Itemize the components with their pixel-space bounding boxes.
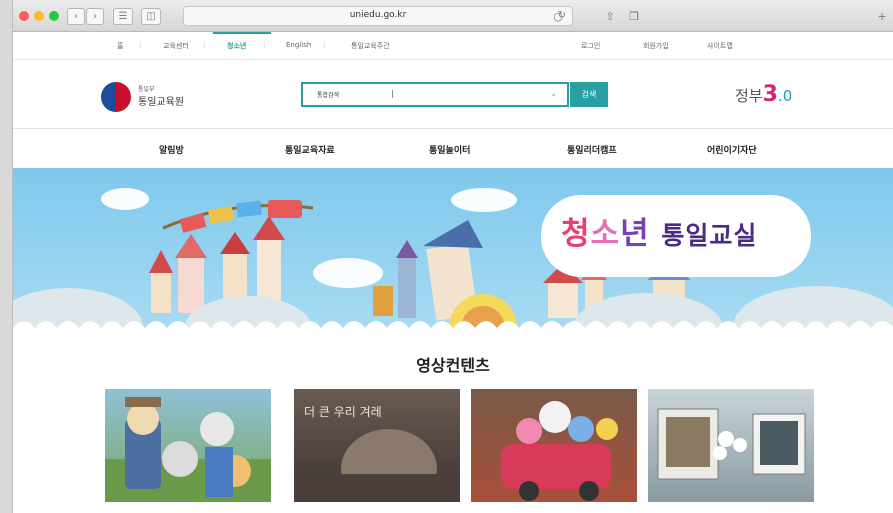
chevron-left-icon: ‹ bbox=[74, 11, 78, 22]
cartoon-car-image bbox=[501, 401, 618, 501]
gov-dot: .0 bbox=[777, 87, 793, 105]
search-button[interactable]: 검색 bbox=[570, 82, 608, 107]
main-nav: 알림방 통일교육자료 통일놀이터 통일리더캠프 어린이기자단 bbox=[13, 128, 893, 168]
link-youth[interactable]: 청소년 bbox=[227, 41, 246, 51]
gov30-logo: 정부3.0 bbox=[735, 82, 792, 107]
tab-overview-button[interactable]: ◫ bbox=[141, 8, 161, 25]
link-signup[interactable]: 회원가입 bbox=[643, 41, 669, 51]
address-bar[interactable]: uniedu.go.kr ↻ bbox=[183, 6, 573, 26]
nav-item-materials[interactable]: 통일교육자료 bbox=[285, 143, 335, 156]
banner-title-char-2: 소 bbox=[590, 216, 621, 252]
logo-subtitle: 통일부 bbox=[138, 86, 155, 93]
logo-title[interactable]: 통일교육원 bbox=[138, 93, 184, 108]
sidebar-toggle-button[interactable]: ☰ bbox=[113, 8, 133, 25]
site-header: 통일부 통일교육원 통합검색 | ⌄ 검색 정부3.0 bbox=[13, 60, 893, 128]
separator: | bbox=[323, 41, 326, 49]
grid-icon: ◫ bbox=[146, 11, 156, 22]
reader-icon[interactable]: ○ bbox=[549, 8, 567, 25]
zoom-window-button[interactable] bbox=[49, 11, 59, 21]
link-english[interactable]: English bbox=[286, 41, 311, 49]
gov-text: 정부 bbox=[735, 87, 763, 105]
statue-face-image bbox=[294, 429, 460, 502]
banner-title-rest: 통일교실 bbox=[661, 221, 758, 250]
share-icon[interactable]: ⇧ bbox=[601, 8, 619, 25]
video-thumbnail[interactable] bbox=[471, 389, 637, 502]
nav-item-kid-reporters[interactable]: 어린이기자단 bbox=[707, 143, 757, 156]
separator: | bbox=[263, 41, 266, 49]
hero-banner[interactable]: 청소년 통일교실 bbox=[13, 168, 893, 338]
ministry-logo-icon[interactable] bbox=[101, 82, 131, 112]
active-link-indicator bbox=[213, 32, 271, 34]
nav-item-playground[interactable]: 통일놀이터 bbox=[429, 143, 470, 156]
search-input[interactable]: 통합검색 | ⌄ bbox=[301, 82, 569, 107]
photo-frames-image bbox=[657, 408, 806, 480]
back-button[interactable]: ‹ bbox=[67, 8, 85, 25]
nav-item-leader-camp[interactable]: 통일리더캠프 bbox=[567, 143, 617, 156]
sidebar-icon: ☰ bbox=[118, 11, 128, 22]
tabs-icon[interactable]: ❐ bbox=[625, 8, 643, 25]
video-thumbnail[interactable] bbox=[105, 389, 271, 502]
banner-title-char-3: 년 bbox=[620, 216, 650, 252]
chevron-down-icon[interactable]: ⌄ bbox=[550, 89, 557, 98]
search-scope-select[interactable]: 통합검색 bbox=[317, 90, 339, 99]
separator: | bbox=[139, 41, 142, 49]
forward-button[interactable]: › bbox=[86, 8, 104, 25]
section-title: 영상컨텐츠 bbox=[416, 356, 490, 375]
link-login[interactable]: 로그인 bbox=[581, 41, 600, 51]
utility-nav: 홈 | 교육센터 | 청소년 | English | 통일교육주간 로그인 회원… bbox=[13, 32, 893, 60]
banner-title: 청소년 통일교실 bbox=[561, 208, 757, 253]
video-thumbnail[interactable] bbox=[648, 389, 814, 502]
link-sitemap[interactable]: 사이트맵 bbox=[707, 41, 733, 51]
browser-window: ‹ › ☰ ◫ uniedu.go.kr ↻ ○ ⇧ ❐ + 홈 | 교육센터 … bbox=[12, 0, 893, 513]
chevron-right-icon: › bbox=[93, 11, 97, 22]
cartoon-cats-image bbox=[105, 397, 271, 502]
url-text: uniedu.go.kr bbox=[349, 10, 407, 20]
minimize-window-button[interactable] bbox=[34, 11, 44, 21]
new-tab-icon[interactable]: + bbox=[873, 8, 891, 25]
separator: | bbox=[203, 41, 206, 49]
link-week[interactable]: 통일교육주간 bbox=[351, 41, 390, 51]
browser-toolbar: ‹ › ☰ ◫ uniedu.go.kr ↻ ○ ⇧ ❐ + bbox=[13, 0, 893, 32]
nav-item-notice[interactable]: 알림방 bbox=[159, 143, 184, 156]
close-window-button[interactable] bbox=[19, 11, 29, 21]
banner-title-char-1: 청 bbox=[561, 216, 591, 252]
search-divider: | bbox=[391, 89, 394, 98]
link-home[interactable]: 홈 bbox=[117, 41, 123, 51]
banner-wave-edge bbox=[13, 321, 893, 338]
video-thumbnail[interactable]: 더 큰 우리 겨레 bbox=[294, 389, 460, 502]
gov-num: 3 bbox=[762, 82, 778, 107]
link-training-center[interactable]: 교육센터 bbox=[163, 41, 189, 51]
